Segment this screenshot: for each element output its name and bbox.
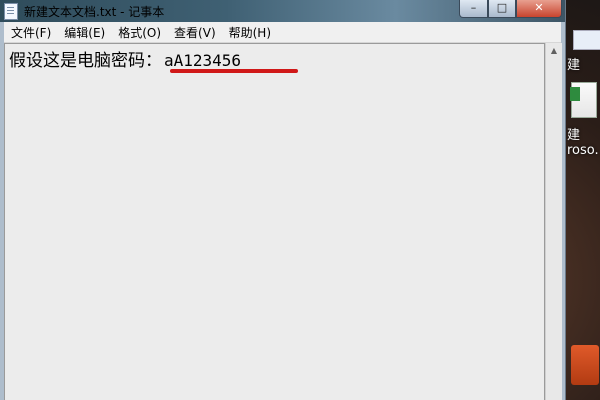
maximize-button[interactable]: □: [488, 0, 516, 18]
menu-view[interactable]: 查看(V): [167, 24, 222, 41]
desktop-shortcut-2[interactable]: 建 roso.: [567, 82, 600, 172]
spreadsheet-icon: [570, 82, 597, 118]
scroll-up-arrow-icon[interactable]: ▲: [546, 43, 562, 59]
menu-help[interactable]: 帮助(H): [222, 24, 277, 41]
desktop-shortcut-1[interactable]: 建: [567, 30, 600, 80]
desktop-shortcut-label: 建 roso.: [567, 128, 599, 158]
text-line: 假设这是电脑密码： aA123456: [9, 46, 241, 71]
menu-bar: 文件(F) 编辑(E) 格式(O) 查看(V) 帮助(H): [4, 22, 561, 43]
desktop-shortcut-3[interactable]: [567, 345, 600, 400]
vertical-scrollbar[interactable]: ▲: [545, 43, 562, 400]
minimize-button[interactable]: –: [459, 0, 488, 18]
text-prefix: 假设这是电脑密码：: [9, 51, 162, 71]
close-button[interactable]: ✕: [516, 0, 562, 18]
desktop-shortcut-label: 建: [567, 58, 581, 73]
menu-format[interactable]: 格式(O): [111, 24, 167, 41]
caption-buttons: – □ ✕: [459, 0, 562, 18]
office-icon: [571, 345, 599, 385]
title-bar[interactable]: 新建文本文档.txt - 记事本 – □ ✕: [0, 0, 565, 22]
menu-file[interactable]: 文件(F): [4, 24, 57, 41]
text-editor-area[interactable]: 假设这是电脑密码： aA123456: [4, 43, 545, 400]
password-text: aA123456: [164, 51, 242, 70]
notepad-window: 新建文本文档.txt - 记事本 – □ ✕ 文件(F) 编辑(E) 格式(O)…: [0, 0, 566, 400]
menu-edit[interactable]: 编辑(E): [57, 24, 111, 41]
notepad-icon: [4, 3, 18, 20]
document-icon: [573, 30, 600, 50]
red-underline-annotation: [170, 69, 298, 73]
window-title: 新建文本文档.txt - 记事本: [24, 5, 165, 19]
